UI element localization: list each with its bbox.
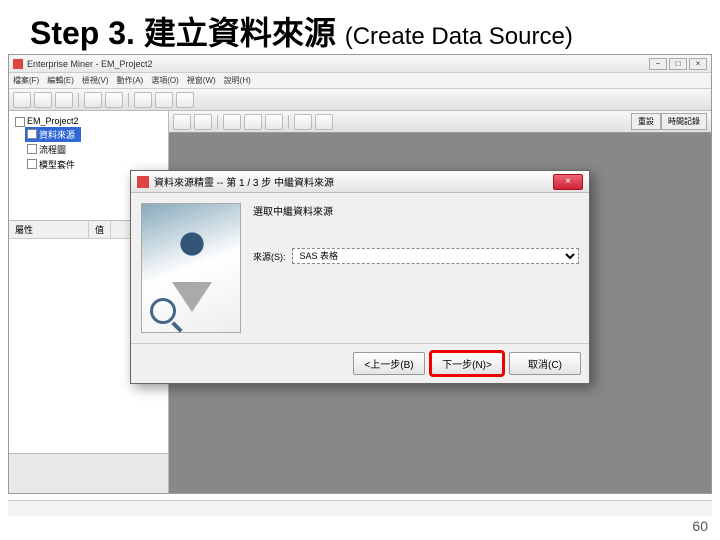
menu-help[interactable]: 說明(H)	[224, 75, 251, 86]
menubar: 檔案(F) 編輯(E) 檢視(V) 動作(A) 選項(O) 視窗(W) 說明(H…	[9, 73, 711, 89]
step-label: Step 3.	[30, 15, 135, 51]
toolbar-button[interactable]	[155, 92, 173, 108]
next-button[interactable]: 下一步(N)>	[431, 352, 503, 375]
tab-timelog[interactable]: 時間記錄	[661, 113, 707, 130]
statusbar	[8, 500, 712, 516]
app-title: Enterprise Miner - EM_Project2	[27, 59, 153, 69]
minimize-button[interactable]: −	[649, 58, 667, 70]
canvas-tool[interactable]	[315, 114, 333, 130]
toolbar-button[interactable]	[176, 92, 194, 108]
dialog-title: 資料來源精靈 -- 第 1 / 3 步 中繼資料來源	[154, 174, 334, 189]
app-titlebar: Enterprise Miner - EM_Project2 − □ ×	[9, 55, 711, 73]
prop-col-name: 屬性	[9, 221, 89, 238]
app-icon	[13, 59, 23, 69]
menu-action[interactable]: 動作(A)	[117, 75, 144, 86]
toolbar-button[interactable]	[13, 92, 31, 108]
magnifier-icon	[150, 298, 176, 324]
source-label: 來源(S):	[253, 250, 286, 263]
canvas-tabs: 重設 時間記錄	[631, 113, 707, 130]
source-field: 來源(S): SAS 表格	[253, 248, 579, 264]
datasource-wizard-dialog: 資料來源精靈 -- 第 1 / 3 步 中繼資料來源 × 選取中繼資料來源 來源…	[130, 170, 590, 384]
title-en: (Create Data Source)	[345, 23, 573, 50]
window-controls: − □ ×	[649, 58, 707, 70]
canvas-tool[interactable]	[294, 114, 312, 130]
page-number: 60	[692, 518, 708, 534]
canvas-tool[interactable]	[173, 114, 191, 130]
toolbar-button[interactable]	[105, 92, 123, 108]
canvas-tool[interactable]	[223, 114, 241, 130]
menu-window[interactable]: 視窗(W)	[187, 75, 216, 86]
toolbar-separator	[128, 93, 129, 107]
back-button[interactable]: <上一步(B)	[353, 352, 425, 375]
menu-file[interactable]: 檔案(F)	[13, 75, 39, 86]
cancel-button[interactable]: 取消(C)	[509, 352, 581, 375]
main-toolbar	[9, 89, 711, 111]
maximize-button[interactable]: □	[669, 58, 687, 70]
toolbar-button[interactable]	[34, 92, 52, 108]
dialog-heading: 選取中繼資料來源	[253, 203, 579, 218]
dialog-titlebar: 資料來源精靈 -- 第 1 / 3 步 中繼資料來源 ×	[131, 171, 589, 193]
canvas-tool[interactable]	[244, 114, 262, 130]
funnel-icon	[172, 282, 212, 312]
dialog-buttons: <上一步(B) 下一步(N)> 取消(C)	[131, 343, 589, 383]
source-select[interactable]: SAS 表格	[292, 248, 580, 264]
menu-edit[interactable]: 編輯(E)	[47, 75, 74, 86]
dialog-content: 選取中繼資料來源 來源(S): SAS 表格	[253, 203, 579, 333]
tree-root[interactable]: EM_Project2	[13, 115, 164, 127]
tree-item-datasource[interactable]: 資料來源	[25, 127, 81, 142]
prop-col-value: 值	[89, 221, 111, 238]
toolbar-separator	[288, 115, 289, 129]
dialog-body: 選取中繼資料來源 來源(S): SAS 表格	[131, 193, 589, 343]
toolbar-button[interactable]	[134, 92, 152, 108]
tab-reset[interactable]: 重設	[631, 113, 661, 130]
tree-item-diagram[interactable]: 流程圖	[25, 142, 164, 157]
toolbar-separator	[78, 93, 79, 107]
description-panel	[9, 453, 168, 493]
menu-option[interactable]: 選項(O)	[151, 75, 179, 86]
toolbar-button[interactable]	[55, 92, 73, 108]
toolbar-button[interactable]	[84, 92, 102, 108]
wizard-illustration	[141, 203, 241, 333]
canvas-tool[interactable]	[194, 114, 212, 130]
dialog-close-button[interactable]: ×	[553, 174, 583, 190]
canvas-toolbar: 重設 時間記錄	[169, 111, 711, 133]
toolbar-separator	[217, 115, 218, 129]
canvas-tool[interactable]	[265, 114, 283, 130]
menu-view[interactable]: 檢視(V)	[82, 75, 109, 86]
slide-title: Step 3. 建立資料來源 (Create Data Source)	[0, 0, 720, 62]
dialog-icon	[137, 176, 149, 188]
close-button[interactable]: ×	[689, 58, 707, 70]
title-zh: 建立資料來源	[144, 15, 336, 51]
